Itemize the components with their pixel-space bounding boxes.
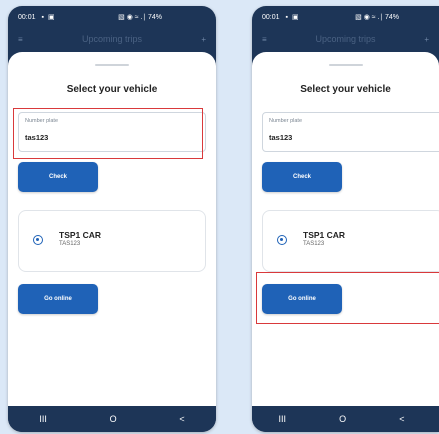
back-nav-icon[interactable]: < (399, 414, 404, 424)
go-online-button[interactable]: Go online (18, 284, 98, 314)
status-bar: 00:01 ▪ ▣ ▧ ◉ ≈ .∣ 74% (252, 6, 439, 28)
status-right-icons: ▧ ◉ ≈ .∣ 74% (355, 14, 399, 21)
select-vehicle-sheet: Select your vehicle Number plate tas123 … (252, 52, 439, 406)
plus-icon[interactable]: + (201, 35, 206, 44)
recents-nav-icon[interactable]: III (279, 414, 287, 424)
number-plate-field[interactable]: Number plate tas123 (18, 112, 206, 152)
status-bar: 00:01 ▪ ▣ ▧ ◉ ≈ .∣ 74% (8, 6, 216, 28)
vehicle-card[interactable]: TSP1 CAR TAS123 (18, 210, 206, 272)
sheet-title: Select your vehicle (66, 84, 158, 95)
tutorial-scene: 00:01 ▪ ▣ ▧ ◉ ≈ .∣ 74% ≡ Upcoming trips … (0, 0, 439, 434)
vehicle-name: TSP1 CAR (59, 230, 102, 240)
status-time: 00:01 (18, 13, 36, 21)
number-plate-input[interactable]: tas123 (269, 133, 292, 142)
home-nav-icon[interactable]: O (110, 414, 117, 424)
plus-icon[interactable]: + (424, 35, 429, 44)
vehicle-name: TSP1 CAR (303, 230, 346, 240)
android-nav-bar: III O < (8, 406, 216, 432)
select-vehicle-sheet: Select your vehicle Number plate tas123 … (8, 52, 216, 406)
sheet-grabber[interactable] (95, 64, 129, 66)
sheet-title: Select your vehicle (300, 84, 391, 95)
app-header: ≡ Upcoming trips + (8, 28, 216, 50)
status-left-icons: ▪ ▣ (285, 14, 300, 21)
go-online-button[interactable]: Go online (262, 284, 342, 314)
back-nav-icon[interactable]: < (179, 414, 184, 424)
check-button[interactable]: Check (18, 162, 98, 192)
status-time: 00:01 (262, 13, 280, 21)
phone-left-screenshot: 00:01 ▪ ▣ ▧ ◉ ≈ .∣ 74% ≡ Upcoming trips … (8, 6, 216, 432)
status-left-icons: ▪ ▣ (41, 14, 56, 21)
status-right-icons: ▧ ◉ ≈ .∣ 74% (118, 14, 162, 21)
menu-icon[interactable]: ≡ (18, 35, 23, 44)
recents-nav-icon[interactable]: III (39, 414, 47, 424)
android-nav-bar: III O < (252, 406, 439, 432)
radio-selected-icon[interactable] (277, 235, 287, 245)
number-plate-label: Number plate (25, 118, 59, 124)
vehicle-plate: TAS123 (59, 241, 81, 247)
number-plate-field[interactable]: Number plate tas123 (262, 112, 439, 152)
phone-right-screenshot: 00:01 ▪ ▣ ▧ ◉ ≈ .∣ 74% ≡ Upcoming trips … (252, 6, 439, 432)
menu-icon[interactable]: ≡ (262, 35, 267, 44)
check-button[interactable]: Check (262, 162, 342, 192)
vehicle-plate: TAS123 (303, 241, 325, 247)
header-title: Upcoming trips (315, 34, 376, 44)
number-plate-label: Number plate (269, 118, 303, 124)
header-title: Upcoming trips (81, 34, 143, 44)
home-nav-icon[interactable]: O (339, 414, 346, 424)
sheet-grabber[interactable] (328, 64, 363, 66)
app-header: ≡ Upcoming trips + (252, 28, 439, 50)
vehicle-card[interactable]: TSP1 CAR TAS123 (262, 210, 439, 272)
number-plate-input[interactable]: tas123 (25, 133, 48, 142)
radio-selected-icon[interactable] (33, 235, 43, 245)
